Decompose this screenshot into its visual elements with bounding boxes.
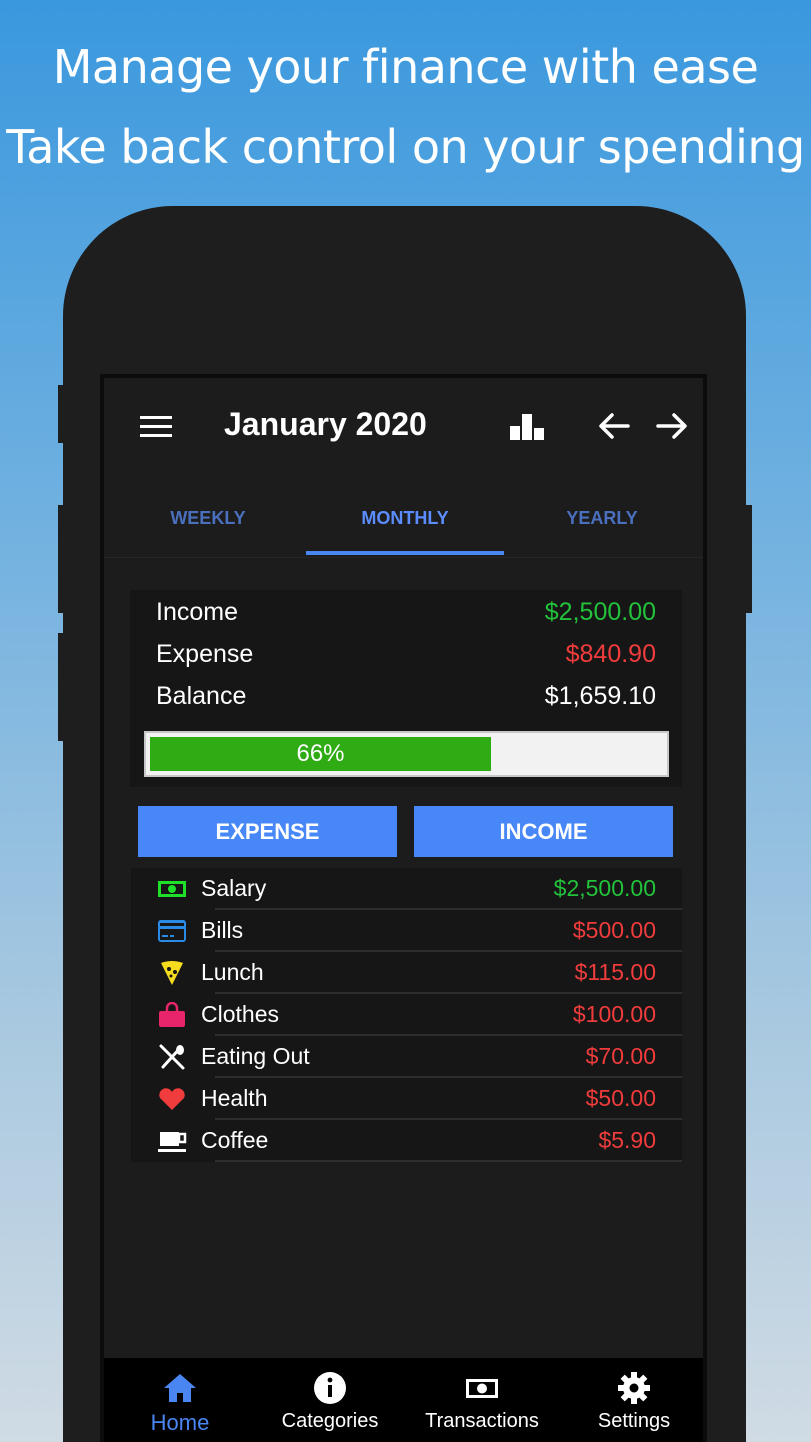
list-item[interactable]: Coffee $5.90 bbox=[131, 1120, 682, 1162]
category-name: Health bbox=[201, 1085, 268, 1111]
pizza-icon bbox=[157, 960, 187, 986]
income-label: Income bbox=[156, 598, 238, 626]
list-item[interactable]: Health $50.00 bbox=[131, 1078, 682, 1120]
gear-icon bbox=[618, 1372, 650, 1404]
category-name: Salary bbox=[201, 875, 267, 901]
app-bar: January 2020 bbox=[104, 378, 703, 473]
nav-home-label: Home bbox=[150, 1410, 210, 1435]
arrow-right-icon[interactable] bbox=[652, 406, 692, 446]
category-name: Lunch bbox=[201, 959, 264, 985]
bar-chart-icon[interactable] bbox=[508, 406, 548, 446]
summary-card: Income $2,500.00 Expense $840.90 Balance… bbox=[130, 590, 682, 787]
heart-icon bbox=[157, 1086, 187, 1112]
income-value: $2,500.00 bbox=[544, 598, 656, 626]
tab-indicator bbox=[306, 551, 504, 555]
category-name: Coffee bbox=[201, 1127, 269, 1153]
nav-transactions[interactable]: Transactions bbox=[406, 1370, 558, 1433]
budget-progress-bar: 66% bbox=[144, 731, 669, 777]
utensils-icon bbox=[157, 1044, 187, 1070]
arrow-left-icon[interactable] bbox=[594, 406, 634, 446]
add-expense-button[interactable]: EXPENSE bbox=[138, 806, 397, 857]
list-item[interactable]: Bills $500.00 bbox=[131, 910, 682, 952]
category-name: Eating Out bbox=[201, 1043, 310, 1069]
nav-settings[interactable]: Settings bbox=[558, 1370, 703, 1433]
nav-categories-label: Categories bbox=[281, 1410, 379, 1432]
phone-side-button bbox=[58, 633, 66, 741]
category-list: Salary $2,500.00 Bills $500.00 Lunch $11… bbox=[131, 868, 682, 1162]
nav-settings-label: Settings bbox=[597, 1410, 671, 1432]
tab-yearly[interactable]: YEARLY bbox=[502, 508, 702, 529]
phone-side-button bbox=[58, 505, 66, 613]
tab-monthly[interactable]: MONTHLY bbox=[305, 508, 505, 529]
cash-icon bbox=[466, 1379, 498, 1398]
expense-row: Expense $840.90 bbox=[156, 640, 656, 676]
period-tabs: WEEKLY MONTHLY YEARLY bbox=[104, 488, 703, 558]
category-amount: $2,500.00 bbox=[553, 875, 656, 901]
bottom-nav: Home Categories Transactions Settings bbox=[104, 1358, 703, 1442]
balance-label: Balance bbox=[156, 682, 247, 710]
list-item[interactable]: Lunch $115.00 bbox=[131, 952, 682, 994]
list-item[interactable]: Salary $2,500.00 bbox=[131, 868, 682, 910]
app-screen: January 2020 WEEKLY MONTHLY YEARLY Incom… bbox=[100, 374, 707, 1442]
category-amount: $100.00 bbox=[572, 1001, 656, 1027]
category-amount: $70.00 bbox=[585, 1043, 656, 1069]
promo-subheadline: Take back control on your spending bbox=[6, 120, 805, 174]
nav-categories[interactable]: Categories bbox=[254, 1370, 406, 1433]
coffee-icon bbox=[157, 1128, 187, 1154]
tab-weekly[interactable]: WEEKLY bbox=[108, 508, 308, 529]
list-item[interactable]: Clothes $100.00 bbox=[131, 994, 682, 1036]
category-amount: $5.90 bbox=[598, 1127, 656, 1153]
cash-icon bbox=[157, 876, 187, 902]
add-income-button[interactable]: INCOME bbox=[414, 806, 673, 857]
balance-row: Balance $1,659.10 bbox=[156, 682, 656, 718]
nav-home[interactable]: Home bbox=[104, 1370, 256, 1436]
credit-card-icon bbox=[157, 918, 187, 944]
page-title: January 2020 bbox=[224, 406, 427, 442]
balance-value: $1,659.10 bbox=[544, 682, 656, 710]
promo-headline: Manage your finance with ease bbox=[52, 40, 759, 94]
nav-transactions-label: Transactions bbox=[425, 1410, 539, 1432]
expense-value: $840.90 bbox=[565, 640, 656, 668]
home-icon bbox=[164, 1374, 196, 1402]
expense-label: Expense bbox=[156, 640, 254, 668]
phone-side-button bbox=[743, 505, 752, 613]
info-icon bbox=[314, 1372, 346, 1404]
divider bbox=[215, 1160, 682, 1162]
phone-side-button bbox=[58, 385, 66, 443]
category-amount: $115.00 bbox=[574, 959, 656, 985]
list-item[interactable]: Eating Out $70.00 bbox=[131, 1036, 682, 1078]
category-amount: $500.00 bbox=[572, 917, 656, 943]
income-row: Income $2,500.00 bbox=[156, 598, 656, 634]
menu-icon[interactable] bbox=[140, 416, 172, 438]
progress-label: 66% bbox=[296, 740, 345, 767]
category-name: Bills bbox=[201, 917, 244, 943]
category-name: Clothes bbox=[201, 1001, 279, 1027]
category-amount: $50.00 bbox=[585, 1085, 656, 1111]
shopping-bag-icon bbox=[157, 1001, 187, 1028]
